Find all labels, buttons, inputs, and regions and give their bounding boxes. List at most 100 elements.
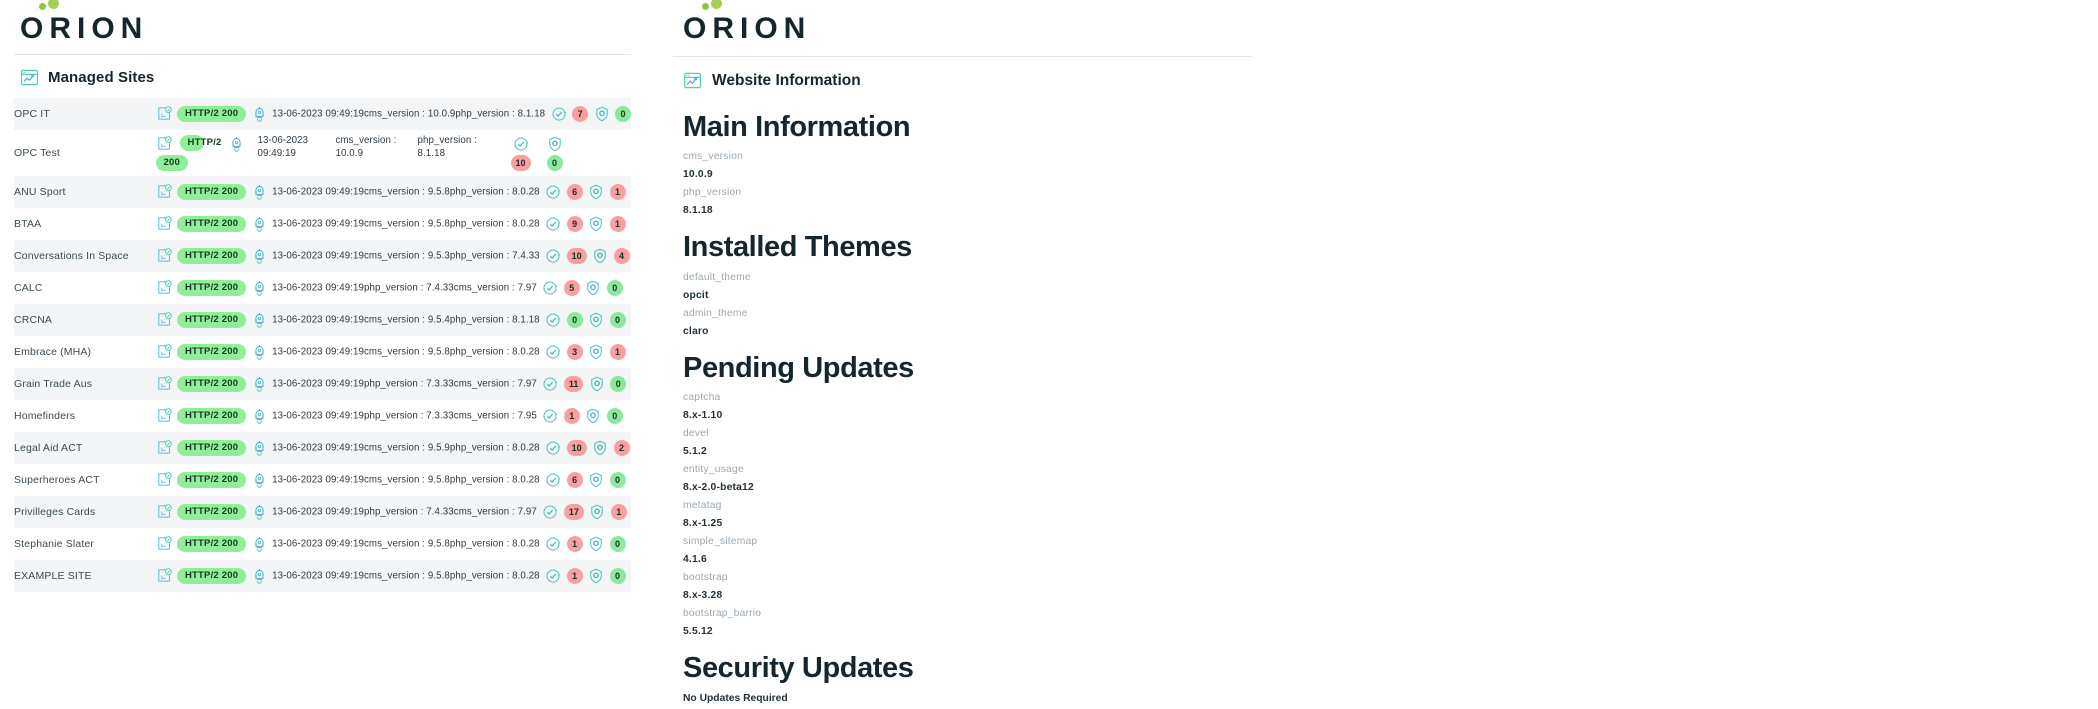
document-check-icon: [156, 135, 173, 153]
status-badge: HTTP/2 200: [176, 567, 247, 585]
logo-dot-large-icon: [711, 0, 722, 9]
brand-name-middle: ORION: [683, 12, 812, 45]
status-badge: HTTP/2 200: [176, 471, 247, 489]
info-panel-title: Website Information: [712, 71, 861, 89]
site-details-cell: HTTP/2 200 13-06-2023 09:49:19cms_versio…: [156, 464, 631, 496]
cms-version-label: cms_version :: [363, 570, 428, 582]
table-row[interactable]: CRCNA HTTP/2 200 13-06-2023 09:49:19cms_…: [14, 304, 631, 336]
security-shield-icon: [593, 105, 611, 122]
alert-bell-icon: [251, 183, 268, 201]
property-key: captcha: [683, 392, 721, 404]
cms-version-label: php_version :: [363, 378, 427, 390]
table-row[interactable]: Stephanie Slater HTTP/2 200 13-06-2023 0…: [14, 528, 631, 560]
php-version-value: 8.1.18: [517, 108, 546, 120]
document-check-icon: [156, 375, 173, 392]
updates-refresh-icon: [544, 439, 562, 456]
updates-refresh-icon: [544, 247, 562, 264]
site-name-cell: OPC Test: [14, 147, 60, 159]
document-check-icon: [156, 343, 173, 360]
site-name-cell: EXAMPLE SITE: [14, 570, 92, 582]
table-row[interactable]: Legal Aid ACT HTTP/2 200 13-06-2023 09:4…: [14, 432, 631, 464]
table-row[interactable]: OPC Test 200 HTTP/2 13-06-2023 09:49:19 cms…: [14, 130, 631, 176]
cms-version-value: 9.5.8: [427, 186, 450, 198]
cms-version-value: 9.5.8: [427, 538, 450, 550]
last-check-timestamp: 13-06-2023 09:49:19: [272, 346, 364, 358]
last-check-timestamp: 13-06-2023 09:49:19: [272, 108, 364, 120]
site-name-cell: Embrace (MHA): [14, 346, 92, 358]
last-check-timestamp: 13-06-2023 09:49:19: [272, 442, 364, 454]
updates-refresh-icon: [541, 503, 559, 520]
updates-refresh-icon: [544, 343, 562, 360]
security-shield-icon: [584, 407, 602, 424]
site-details-cell: HTTP/2 200 13-06-2023 09:49:19php_versio…: [156, 368, 631, 400]
table-row[interactable]: ANU Sport HTTP/2 200 13-06-2023 09:49:19…: [14, 176, 631, 208]
status-badge: HTTP/2 200: [176, 183, 247, 201]
table-row[interactable]: Conversations In Space HTTP/2 200 13-06-…: [14, 240, 631, 272]
site-monitor-icon: [683, 71, 702, 90]
cms-version-value: 10.0.9: [335, 147, 364, 159]
alert-bell-icon: [251, 105, 268, 123]
cms-version-value: 9.5.8: [427, 218, 450, 230]
pending-updates-badge: 6: [566, 471, 583, 488]
cms-version-label: php_version :: [363, 410, 427, 422]
last-check-timestamp: 13-06-2023 09:49:19: [272, 378, 364, 390]
property-value: claro: [683, 325, 709, 337]
site-details-cell: HTTP/2 200 13-06-2023 09:49:19php_versio…: [156, 496, 631, 528]
php-version-value: 8.0.28: [512, 218, 540, 230]
table-row[interactable]: Superheroes ACT HTTP/2 200 13-06-2023 09…: [14, 464, 631, 496]
managed-sites-header: Managed Sites: [14, 55, 631, 98]
security-shield-icon: [588, 503, 606, 520]
table-row[interactable]: CALC HTTP/2 200 13-06-2023 09:49:19php_v…: [14, 272, 631, 304]
table-row[interactable]: Privilleges Cards HTTP/2 200 13-06-2023 …: [14, 496, 631, 528]
status-badge: HTTP/2 200: [176, 535, 247, 553]
last-check-timestamp: 13-06-2023 09:49:19: [272, 218, 364, 230]
table-row[interactable]: EXAMPLE SITE HTTP/2 200 13-06-2023 09:49…: [14, 560, 631, 592]
php-version-value: 8.1.18: [512, 314, 540, 326]
php-version-value: 7.4.33: [512, 250, 540, 262]
updates-refresh-icon: [544, 183, 562, 200]
site-monitor-icon: [20, 68, 39, 87]
php-version-value: 7.97: [517, 378, 537, 390]
cms-version-value: 7.4.33: [426, 506, 454, 518]
php-version-label: php_version :: [417, 134, 477, 146]
last-check-timestamp: 13-06-2023 09:49:19: [272, 538, 364, 550]
last-check-timestamp: 13-06-2023 09:49:19: [272, 570, 364, 582]
table-row[interactable]: BTAA HTTP/2 200 13-06-2023 09:49:19cms_v…: [14, 208, 631, 240]
property-value: 8.1.18: [683, 205, 713, 217]
table-row[interactable]: Grain Trade Aus HTTP/2 200 13-06-2023 09…: [14, 368, 631, 400]
last-check-time: 09:49:19: [257, 147, 297, 159]
last-check-timestamp: 13-06-2023 09:49:19: [272, 250, 364, 262]
last-check-timestamp: 13-06-2023 09:49:19: [272, 410, 364, 422]
security-shield-icon: [587, 215, 605, 232]
property-key: default_theme: [683, 271, 751, 283]
table-row[interactable]: Embrace (MHA) HTTP/2 200 13-06-2023 09:4…: [14, 336, 631, 368]
brand-name: ORION: [20, 12, 149, 45]
security-updates-badge: 1: [609, 343, 626, 360]
cms-version-value: 9.5.8: [427, 346, 450, 358]
php-version-label: cms_version :: [453, 282, 518, 294]
managed-sites-panel: ORION Managed Sites OPC IT HTTP/2 200 13…: [0, 0, 645, 709]
property-key: bootstrap: [683, 572, 728, 584]
status-badge: HTTP/2 200: [176, 105, 247, 123]
php-version-value: 8.0.28: [512, 346, 540, 358]
table-row[interactable]: Homefinders HTTP/2 200 13-06-2023 09:49:…: [14, 400, 631, 432]
site-details-cell: HTTP/2 200 13-06-2023 09:49:19cms_versio…: [156, 304, 631, 336]
cms-version-label: cms_version :: [363, 108, 428, 120]
document-check-icon: [156, 247, 173, 264]
document-check-icon: [156, 279, 173, 296]
php-version-value: 8.0.28: [512, 186, 540, 198]
table-row[interactable]: OPC IT HTTP/2 200 13-06-2023 09:49:19cms…: [14, 98, 631, 130]
document-check-icon: [156, 567, 173, 584]
website-information-header: Website Information: [673, 57, 1252, 96]
php-version-value: 8.0.28: [512, 474, 540, 486]
section-heading: Security Updates: [683, 652, 914, 685]
security-shield-icon: [591, 247, 609, 264]
site-name-cell: OPC IT: [14, 108, 50, 120]
document-check-icon: [156, 471, 173, 488]
pending-updates-badge: 10: [566, 439, 587, 456]
property-value: opcit: [683, 289, 709, 301]
brand-wordmark: ORION: [20, 0, 149, 45]
updates-refresh-icon: [541, 407, 559, 424]
security-shield-icon: [587, 471, 605, 488]
php-version-value: 7.97: [517, 282, 537, 294]
